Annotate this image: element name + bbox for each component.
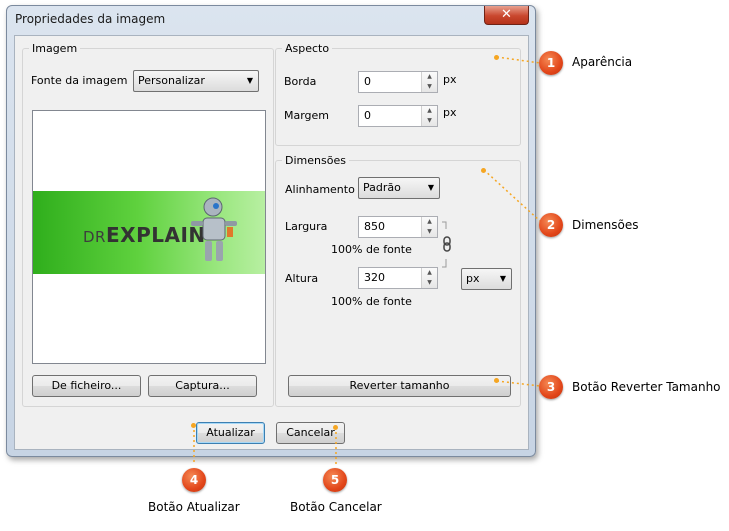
callout-text-1: Aparência xyxy=(572,55,633,69)
callout-text-3: Botão Reverter Tamanho xyxy=(572,380,721,394)
callout-badge-4: 4 xyxy=(182,468,206,492)
callout-text-4: Botão Atualizar xyxy=(148,500,240,514)
callout-badge-2: 2 xyxy=(539,213,563,237)
callout-dot xyxy=(481,168,486,173)
callout-badge-5: 5 xyxy=(323,468,347,492)
callout-dot xyxy=(494,55,499,60)
callout-text-5: Botão Cancelar xyxy=(290,500,382,514)
callout-text-2: Dimensões xyxy=(572,218,639,232)
callout-dot xyxy=(494,378,499,383)
callout-badge-1: 1 xyxy=(539,51,563,75)
callout-dot xyxy=(333,425,338,430)
callout-connectors xyxy=(193,56,541,464)
callout-dot xyxy=(191,423,196,428)
callout-badge-3: 3 xyxy=(539,375,563,399)
